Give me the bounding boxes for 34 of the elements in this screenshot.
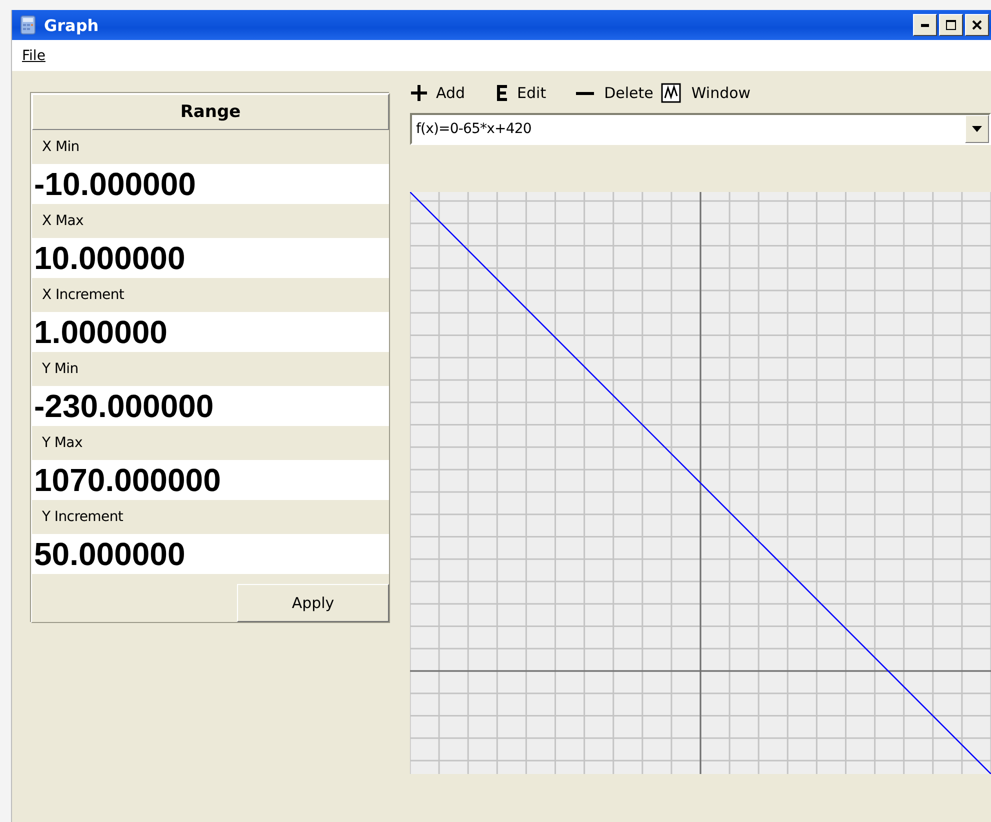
calculator-icon <box>20 15 36 35</box>
field-label: X Min <box>41 138 80 157</box>
function-dropdown[interactable]: f(x)=0-65*x+420 <box>410 113 991 145</box>
toolbar-button[interactable]: Add <box>410 84 466 102</box>
field-label: X Max <box>41 212 84 231</box>
toolbar-button[interactable]: Window <box>661 83 751 103</box>
apply-button[interactable]: Apply <box>237 584 389 622</box>
input-field[interactable]: 1070.000000 <box>32 460 389 500</box>
window-title: Graph <box>44 16 99 34</box>
dropdown-arrow-button[interactable] <box>965 115 989 143</box>
input-field[interactable]: 50.000000 <box>32 534 389 574</box>
minimize-icon <box>921 24 929 26</box>
input-field[interactable]: 1.000000 <box>32 312 389 352</box>
letter-e-icon <box>495 84 510 102</box>
input-field[interactable]: -230.000000 <box>32 386 389 426</box>
maximize-icon <box>945 19 957 31</box>
field-label: Y Max <box>41 434 84 453</box>
field-label: X Increment <box>41 286 126 305</box>
minimize-button[interactable] <box>913 14 937 36</box>
graph-window-icon <box>661 83 682 103</box>
maximize-button[interactable] <box>939 14 963 36</box>
field-label: Y Increment <box>41 508 124 527</box>
input-field[interactable]: 10.000000 <box>32 238 389 278</box>
plus-icon <box>410 84 428 102</box>
menu-item[interactable]: File <box>22 48 46 64</box>
caret-icon <box>972 126 982 132</box>
minus-icon <box>576 92 594 94</box>
field-label: Y Min <box>41 360 80 379</box>
toolbar-button[interactable]: Delete <box>576 84 654 102</box>
toolbar-button[interactable]: Edit <box>495 84 546 102</box>
close-button[interactable] <box>965 14 989 36</box>
close-icon <box>972 20 982 30</box>
panel-header[interactable]: Range <box>32 94 389 130</box>
input-field[interactable]: -10.000000 <box>32 164 389 204</box>
